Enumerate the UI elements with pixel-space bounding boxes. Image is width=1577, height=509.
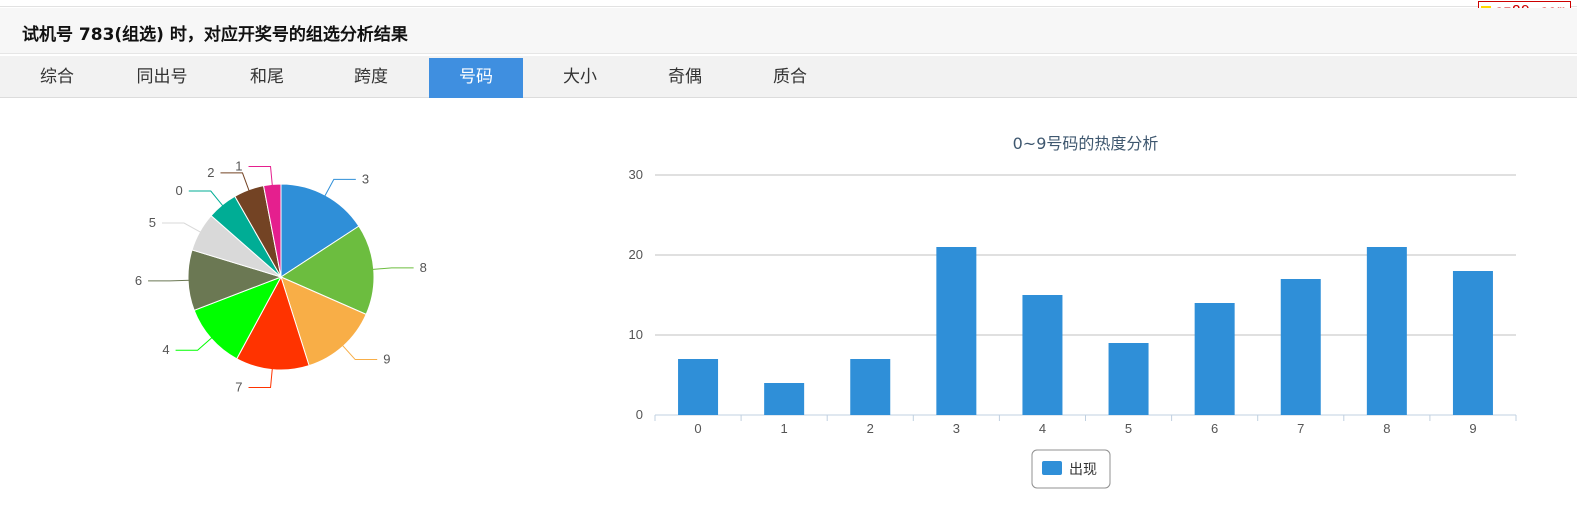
x-tick-label-0: 0 xyxy=(694,421,701,436)
x-tick-label-3: 3 xyxy=(953,421,960,436)
bar-1[interactable] xyxy=(764,383,805,415)
y-tick-label-10: 10 xyxy=(629,327,643,342)
y-tick-label-0: 0 xyxy=(636,407,643,422)
x-tick-label-9: 9 xyxy=(1469,421,1476,436)
bar-6[interactable] xyxy=(1194,303,1235,415)
bar-4[interactable] xyxy=(1022,295,1063,415)
y-tick-label-30: 30 xyxy=(629,167,643,182)
bar-3[interactable] xyxy=(936,247,977,415)
bar-8[interactable] xyxy=(1366,247,1407,415)
x-tick-label-5: 5 xyxy=(1125,421,1132,436)
y-tick-label-20: 20 xyxy=(629,247,643,262)
x-tick-label-2: 2 xyxy=(867,421,874,436)
bar-2[interactable] xyxy=(850,359,891,415)
x-tick-label-7: 7 xyxy=(1297,421,1304,436)
chart-title: 0~9号码的热度分析 xyxy=(1013,134,1159,153)
x-tick-label-1: 1 xyxy=(781,421,788,436)
bar-chart: 0~9号码的热度分析 0 10 20 30 0 1 2 3 4 5 6 7 8 9 出现 xyxy=(629,134,1517,489)
x-tick-label-4: 4 xyxy=(1039,421,1046,436)
x-tick-label-8: 8 xyxy=(1383,421,1390,436)
bar-7[interactable] xyxy=(1280,279,1321,415)
x-tick-label-6: 6 xyxy=(1211,421,1218,436)
bar-0[interactable] xyxy=(678,359,719,415)
bar-9[interactable] xyxy=(1452,271,1493,415)
legend-swatch xyxy=(1042,461,1062,475)
bar-5[interactable] xyxy=(1108,343,1149,415)
legend-label: 出现 xyxy=(1069,462,1097,478)
